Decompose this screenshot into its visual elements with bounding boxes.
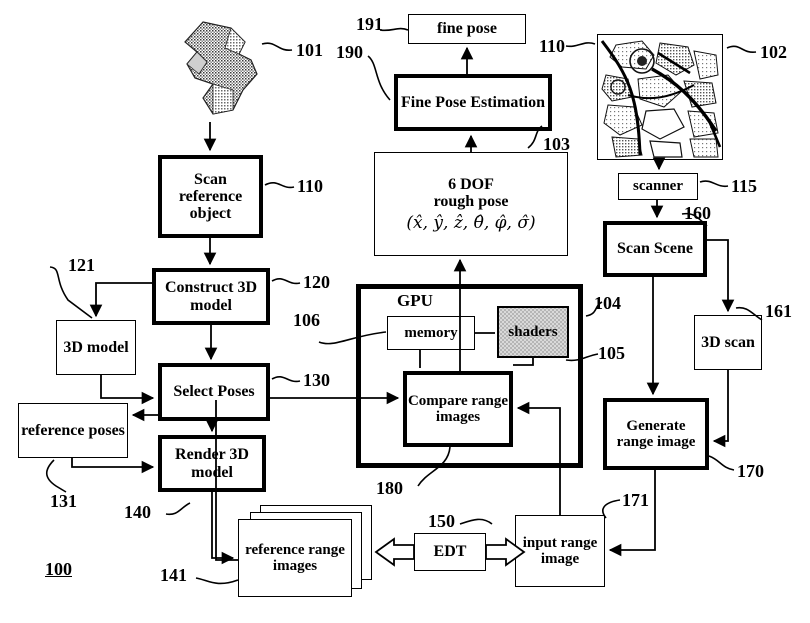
block-reference-range-images[interactable]: reference range images — [238, 519, 352, 597]
block-3d-scan[interactable]: 3D scan — [694, 315, 762, 370]
scene-image-thumbnail — [597, 34, 723, 160]
block-generate-range-image[interactable]: Generate range image — [603, 398, 709, 470]
block-label: Generate range image — [616, 417, 696, 450]
ref-number-140: 140 — [124, 502, 151, 522]
block-3d-model[interactable]: 3D model — [56, 320, 136, 375]
six-dof-title: 6 DOF — [448, 175, 494, 193]
ref-number-170: 170 — [737, 461, 764, 481]
block-fine-pose-estimation[interactable]: Fine Pose Estimation — [394, 74, 552, 131]
block-label: reference range images — [245, 541, 345, 574]
block-fine-pose[interactable]: fine pose — [408, 14, 526, 44]
six-dof-subtitle: rough pose — [433, 192, 509, 210]
block-compare-range-images[interactable]: Compare range images — [403, 371, 513, 447]
ref-number-150: 150 — [428, 511, 455, 531]
block-label: Scan Scene — [617, 240, 693, 258]
figure-number-100: 100 — [45, 559, 72, 579]
ref-number-180: 180 — [376, 478, 403, 498]
ref-number-106: 106 — [293, 310, 320, 330]
block-scan-reference-object[interactable]: Scan reference object — [158, 155, 263, 238]
block-scanner[interactable]: scanner — [618, 173, 698, 200]
ref-number-110-right: 110 — [539, 36, 566, 56]
block-reference-poses[interactable]: reference poses — [18, 403, 128, 458]
block-label: memory — [404, 324, 458, 341]
ref-number-130: 130 — [303, 370, 330, 390]
ref-number-161: 161 — [765, 301, 792, 321]
ref-number-105: 105 — [598, 343, 625, 363]
block-label: 3D model — [63, 338, 129, 356]
block-label: Construct 3D model — [165, 279, 257, 314]
block-label: 3D scan — [701, 333, 755, 351]
ref-number-101: 101 — [296, 40, 323, 60]
ref-number-121: 121 — [68, 255, 95, 275]
gpu-title: GPU — [397, 291, 433, 310]
block-label: Fine Pose Estimation — [401, 93, 545, 111]
block-label: EDT — [433, 543, 467, 561]
block-label: reference poses — [21, 421, 125, 439]
figure-canvas: Scan reference object Construct 3D model… — [0, 0, 810, 623]
block-label: fine pose — [437, 20, 497, 38]
block-label: shaders — [508, 323, 558, 340]
block-gpu-shaders[interactable]: shaders — [497, 306, 569, 358]
ref-number-171: 171 — [622, 490, 649, 510]
block-input-range-image[interactable]: input range image — [515, 515, 605, 587]
block-6dof-rough-pose[interactable]: 6 DOF rough pose (x̂, ŷ, ẑ, θ̂, φ̂, σ̂) — [374, 152, 568, 256]
block-reference-range-images-stack[interactable]: reference range images — [238, 505, 374, 600]
ref-number-131: 131 — [50, 491, 77, 511]
block-edt[interactable]: EDT — [414, 533, 486, 571]
block-label: scanner — [633, 178, 683, 195]
ref-number-102: 102 — [760, 42, 787, 62]
ref-number-160: 160 — [684, 203, 711, 223]
ref-number-110-left: 110 — [297, 176, 324, 196]
block-gpu-memory[interactable]: memory — [387, 316, 475, 350]
block-label: Render 3D model — [175, 446, 249, 481]
block-render-3d-model[interactable]: Render 3D model — [158, 435, 266, 492]
ref-number-141: 141 — [160, 565, 187, 585]
block-label: Compare range images — [407, 392, 509, 425]
ref-number-190: 190 — [336, 42, 363, 62]
ref-number-104: 104 — [594, 293, 621, 313]
ref-number-115: 115 — [731, 176, 758, 196]
block-scan-scene[interactable]: Scan Scene — [603, 221, 707, 277]
block-label: input range image — [522, 534, 598, 567]
six-dof-formula: (x̂, ŷ, ẑ, θ̂, φ̂, σ̂) — [406, 213, 536, 234]
block-label: Select Poses — [173, 383, 255, 401]
reference-object-thumbnail — [173, 18, 269, 118]
ref-number-120: 120 — [303, 272, 330, 292]
ref-number-103: 103 — [543, 134, 570, 154]
block-select-poses[interactable]: Select Poses — [158, 363, 270, 421]
block-construct-3d-model[interactable]: Construct 3D model — [152, 268, 270, 325]
block-label: Scan reference object — [178, 170, 243, 223]
ref-number-191: 191 — [356, 14, 383, 34]
